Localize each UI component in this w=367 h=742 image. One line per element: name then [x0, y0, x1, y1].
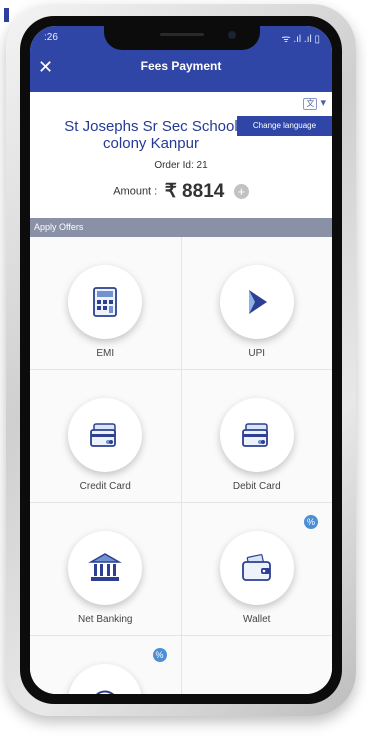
chevron-down-icon: ▾ — [320, 97, 326, 109]
phone-bezel: :26 ᯤ .ıl .ıl ▯ ✕ Fees Payment 文 ▾ Chang… — [20, 16, 342, 704]
payment-label-debit-card: Debit Card — [232, 481, 281, 492]
status-indicators: ᯤ .ıl .ıl ▯ — [281, 34, 320, 45]
payment-option-pay-later[interactable]: % — [30, 636, 182, 694]
phone-notch — [104, 26, 260, 50]
payment-label-emi: EMI — [96, 348, 115, 359]
pay-later-icon — [96, 690, 115, 694]
corner-mark — [4, 8, 9, 22]
payment-option-upi[interactable]: UPI — [182, 237, 333, 369]
upi-icon — [248, 290, 267, 314]
front-camera — [228, 31, 236, 39]
payment-row: Net Banking % Wallet — [30, 503, 332, 636]
payment-option-emi[interactable]: EMI — [30, 237, 182, 369]
phone-frame: :26 ᯤ .ıl .ıl ▯ ✕ Fees Payment 文 ▾ Chang… — [6, 4, 356, 716]
payment-row: EMI UPI — [30, 237, 332, 370]
credit-card-circle — [68, 398, 143, 472]
speaker-grille — [160, 33, 204, 36]
translate-icon: 文 — [303, 98, 318, 110]
offer-badge-icon: % — [304, 515, 318, 529]
payment-label-net-banking: Net Banking — [78, 614, 133, 625]
calculator-icon — [93, 287, 118, 317]
language-button[interactable]: 文 ▾ — [303, 96, 326, 110]
payment-label-wallet: Wallet — [243, 614, 271, 625]
debit-card-icon — [241, 423, 268, 447]
net-banking-circle — [68, 531, 143, 605]
pay-later-circle — [68, 664, 143, 694]
bank-icon — [88, 553, 123, 581]
upi-circle — [219, 265, 294, 339]
payment-label-upi: UPI — [248, 348, 266, 359]
credit-card-icon — [90, 423, 117, 447]
amount-label: Amount : — [113, 185, 158, 198]
emi-circle — [68, 265, 143, 339]
app-screen: :26 ᯤ .ıl .ıl ▯ ✕ Fees Payment 文 ▾ Chang… — [30, 26, 332, 694]
payment-option-empty — [182, 636, 333, 694]
add-icon[interactable]: + — [233, 184, 249, 199]
payment-option-wallet[interactable]: % Wallet — [182, 503, 333, 635]
offer-badge-icon: % — [152, 648, 167, 662]
order-id: Order Id: 21 — [154, 160, 208, 171]
amount-value: ₹ 8814 — [164, 181, 225, 202]
wallet-circle — [219, 531, 294, 605]
status-time: :26 — [44, 32, 58, 43]
order-info: 文 ▾ Change language St Josephs Sr Sec Sc… — [30, 92, 332, 218]
wallet-icon — [241, 554, 271, 581]
payment-option-net-banking[interactable]: Net Banking — [30, 503, 182, 635]
payment-label-credit-card: Credit Card — [79, 481, 131, 492]
toolbar: ✕ Fees Payment — [30, 54, 332, 84]
page-title: Fees Payment — [140, 59, 222, 73]
debit-card-circle — [219, 398, 294, 472]
school-name: St Josephs Sr Sec School colony Kanpur — [64, 118, 238, 152]
amount-row: Amount : ₹ 8814 + — [30, 180, 332, 203]
payment-methods-grid: EMI UPI Credit Card Debit Card Net Banki… — [30, 237, 332, 694]
payment-option-credit-card[interactable]: Credit Card — [30, 370, 182, 502]
payment-row: % — [30, 636, 332, 694]
payment-option-debit-card[interactable]: Debit Card — [182, 370, 333, 502]
payment-row: Credit Card Debit Card — [30, 370, 332, 503]
apply-offers-bar[interactable]: Apply Offers — [30, 218, 332, 237]
